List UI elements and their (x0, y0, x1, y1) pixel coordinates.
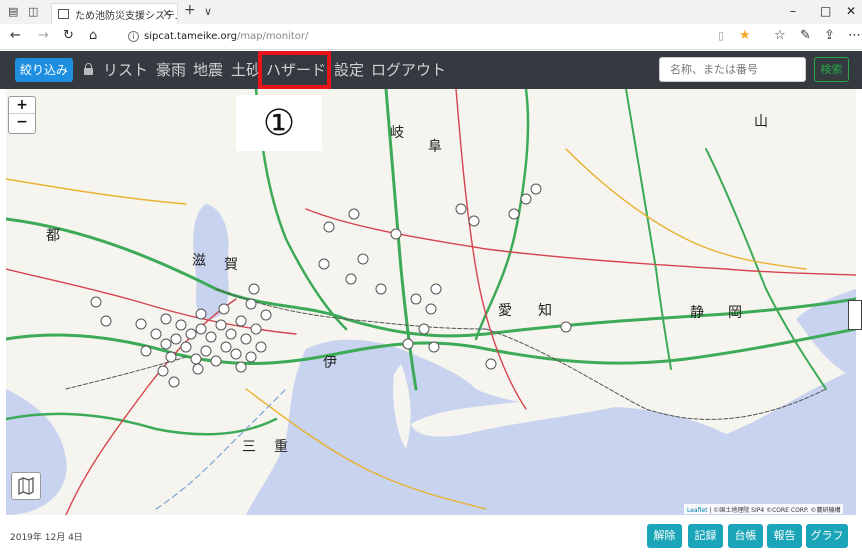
map-label: 知 (538, 302, 552, 319)
address-bar: ← → ↻ ⌂ i sipcat.tameike.org/map/monitor… (0, 24, 862, 50)
nav-heavy-rain[interactable]: 豪雨 (156, 58, 186, 82)
map-label: 賀 (224, 257, 238, 273)
map-label: 都 (46, 228, 60, 244)
nav-earthquake[interactable]: 地震 (193, 58, 223, 82)
filter-button[interactable]: 絞り込み (15, 58, 73, 82)
home-icon[interactable]: ⌂ (89, 29, 97, 43)
reading-view-icon[interactable]: ▯ (718, 29, 724, 43)
page-icon (58, 9, 69, 19)
refresh-icon[interactable]: ↻ (63, 29, 74, 43)
map-label: 山 (754, 114, 768, 130)
forward-arrow-icon[interactable]: → (38, 29, 49, 43)
map-attribution: Leaflet | ©国土地理院 SIP4 ©CORE CORP. ©農研機構 (684, 504, 844, 514)
search-button[interactable]: 検索 (814, 57, 849, 82)
map-label: 岐 (390, 125, 404, 141)
map-label: 愛 (498, 303, 512, 319)
map-label: 岡 (728, 305, 742, 321)
map-canvas: 岐 阜 都 滋 賀 愛 知 静 岡 三 重 伊 山 (6, 89, 856, 515)
more-icon[interactable]: ⋯ (848, 29, 861, 43)
close-window-button[interactable]: ✕ (846, 4, 856, 18)
nav-settings[interactable]: 設定 (334, 58, 364, 82)
tab-aside-icon[interactable]: ◫ (28, 5, 38, 19)
maximize-button[interactable]: □ (820, 4, 831, 18)
share-icon[interactable]: ⇪ (824, 29, 835, 43)
attribution-text: | ©国土地理院 SIP4 ©CORE CORP. ©農研機構 (707, 507, 841, 514)
map-label: 静 (690, 305, 704, 321)
side-panel-handle[interactable] (848, 300, 862, 330)
date-label: 2019年 12月 4日 (10, 533, 83, 543)
url-host: sipcat.tameike.org (144, 31, 237, 42)
nav-logout[interactable]: ログアウト (371, 58, 446, 82)
ledger-button[interactable]: 台帳 (728, 524, 763, 548)
lock-icon (84, 63, 93, 75)
nav-list[interactable]: リスト (103, 58, 148, 82)
step-annotation: ① (236, 95, 322, 151)
tab-close-icon[interactable]: × (162, 6, 172, 20)
tab-actions-icon[interactable]: ▤ (8, 5, 18, 19)
map-layers-button[interactable] (11, 472, 41, 500)
favorite-star-icon[interactable]: ★ (739, 29, 751, 43)
leaflet-link[interactable]: Leaflet (687, 507, 707, 514)
release-button[interactable]: 解除 (647, 524, 682, 548)
report-button[interactable]: 報告 (767, 524, 802, 548)
map-label: 伊 (323, 355, 337, 371)
map-view[interactable]: 岐 阜 都 滋 賀 愛 知 静 岡 三 重 伊 山 (6, 89, 856, 515)
back-arrow-icon[interactable]: ← (10, 29, 21, 43)
browser-tab-bar: ▤ ◫ ため池防災支援システム | × + ∨ – □ ✕ (0, 0, 862, 24)
map-icon (18, 476, 34, 496)
minimize-button[interactable]: – (790, 4, 796, 18)
ise-bay (246, 339, 856, 515)
zoom-in-button[interactable]: + (9, 97, 35, 114)
map-label: 重 (274, 439, 288, 455)
pen-icon[interactable]: ✎ (800, 29, 811, 43)
tab-list-icon[interactable]: ∨ (204, 5, 212, 19)
nav-landslide[interactable]: 土砂 (231, 58, 261, 82)
url-path: /map/monitor/ (236, 31, 309, 42)
url-field[interactable]: i sipcat.tameike.org/map/monitor/ (124, 28, 794, 46)
info-icon[interactable]: i (128, 31, 139, 42)
map-label: 三 (242, 439, 256, 455)
browser-tab[interactable]: ため池防災支援システム | × (51, 3, 178, 24)
graph-button[interactable]: グラフ (806, 524, 848, 548)
map-label: 阜 (428, 138, 442, 155)
zoom-out-button[interactable]: − (9, 114, 35, 131)
record-button[interactable]: 記録 (688, 524, 723, 548)
search-input[interactable] (659, 57, 806, 82)
zoom-control: + − (8, 96, 36, 134)
favorites-list-icon[interactable]: ☆ (774, 29, 786, 43)
new-tab-button[interactable]: + (184, 3, 196, 17)
hazard-highlight-box (258, 51, 331, 89)
map-label: 滋 (192, 253, 206, 269)
